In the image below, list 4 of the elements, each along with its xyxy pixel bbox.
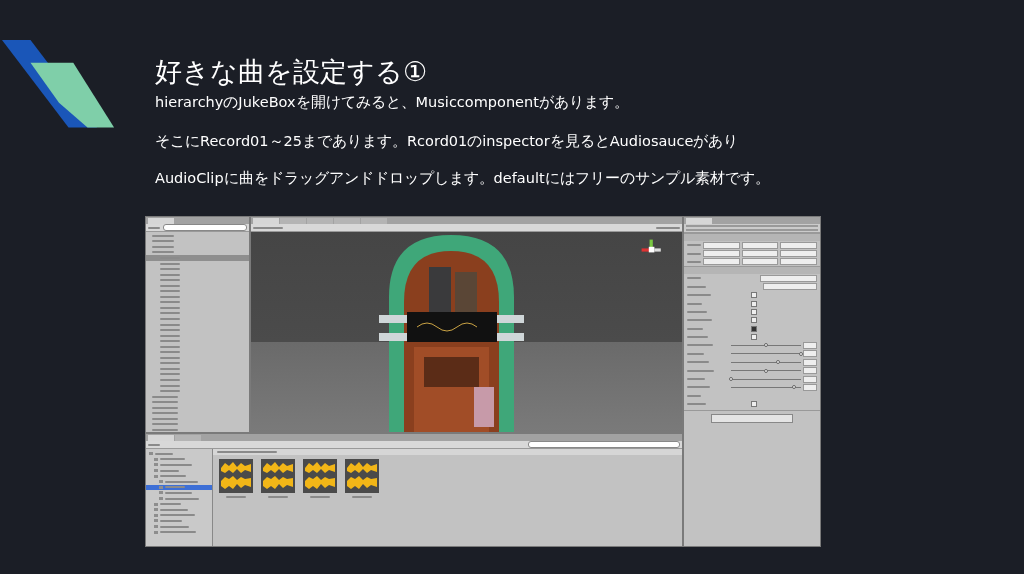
slide-title: 好きな曲を設定する① bbox=[155, 55, 429, 89]
slide-text: AudioClipに曲をドラッグアンドドロップします。defaultにはフリーのサンプル素材です。 bbox=[155, 169, 771, 188]
slide-text: hierarchyのJukeBoxを開けてみると、Musiccomponentがあります。 bbox=[155, 93, 630, 112]
slide-text: そこにRecord01～25まであります。Rcord01のinspectorを見るとAudiosauceがあり bbox=[155, 132, 740, 151]
